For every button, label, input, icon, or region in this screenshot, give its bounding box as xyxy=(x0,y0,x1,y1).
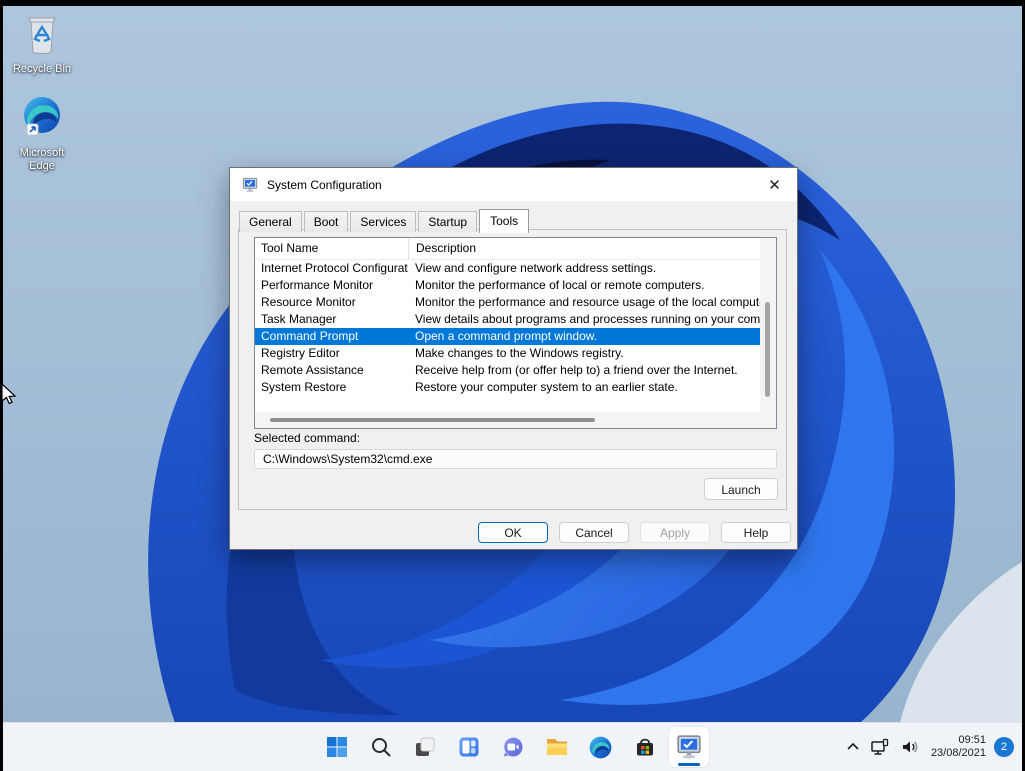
volume-tray-button[interactable] xyxy=(895,727,925,767)
store-icon xyxy=(633,735,657,759)
tab-startup[interactable]: Startup xyxy=(418,211,477,232)
tray-overflow-button[interactable] xyxy=(841,727,865,767)
horizontal-scrollbar-thumb[interactable] xyxy=(270,418,595,422)
recycle-bin-icon xyxy=(8,10,76,61)
clock-date: 23/08/2021 xyxy=(931,747,986,760)
chevron-up-icon xyxy=(846,740,860,754)
mouse-cursor xyxy=(0,383,18,407)
tool-name-cell: System Restore xyxy=(255,379,408,396)
horizontal-scrollbar[interactable] xyxy=(255,412,760,428)
tab-strip: General Boot Services Startup Tools xyxy=(239,208,531,232)
taskbar: 09:51 23/08/2021 2 xyxy=(3,722,1022,771)
search-icon xyxy=(370,736,392,758)
tool-desc-cell: Monitor the performance of local or remo… xyxy=(408,277,760,294)
selected-command-field[interactable] xyxy=(254,449,777,469)
tools-list-body: Tool Name Description Internet Protocol … xyxy=(255,238,760,412)
close-button[interactable]: ✕ xyxy=(752,168,797,201)
tools-list: Tool Name Description Internet Protocol … xyxy=(254,237,777,429)
tool-name-cell: Internet Protocol Configurat... xyxy=(255,260,408,277)
start-button[interactable] xyxy=(317,727,357,767)
list-row[interactable]: Remote Assistance Receive help from (or … xyxy=(255,362,760,379)
system-configuration-app-icon xyxy=(242,177,258,193)
ok-button[interactable]: OK xyxy=(478,522,548,543)
column-header-tool-name[interactable]: Tool Name xyxy=(255,238,408,259)
desktop-icon-list: Recycle Bin Microsoft Edge xyxy=(8,10,76,191)
edge-icon xyxy=(588,735,613,760)
screen-border-top xyxy=(0,0,1025,6)
list-row-selected[interactable]: Command Prompt Open a command prompt win… xyxy=(255,328,760,345)
apply-button[interactable]: Apply xyxy=(640,522,710,543)
tab-tools[interactable]: Tools xyxy=(479,209,529,233)
tab-boot[interactable]: Boot xyxy=(304,211,349,232)
tool-desc-cell: View and configure network address setti… xyxy=(408,260,760,277)
chat-icon xyxy=(501,735,525,759)
desktop-icon-label: Microsoft Edge xyxy=(8,147,76,173)
list-row[interactable]: Registry Editor Make changes to the Wind… xyxy=(255,345,760,362)
scrollbar-corner xyxy=(760,412,776,428)
taskbar-center-icons xyxy=(315,723,711,771)
widgets-icon xyxy=(457,735,481,759)
speaker-icon xyxy=(900,737,920,757)
column-header-description[interactable]: Description xyxy=(408,238,760,259)
list-row[interactable]: Task Manager View details about programs… xyxy=(255,311,760,328)
list-row[interactable]: Internet Protocol Configurat... View and… xyxy=(255,260,760,277)
tool-name-cell: Performance Monitor xyxy=(255,277,408,294)
desktop-icon-recycle-bin[interactable]: Recycle Bin xyxy=(8,10,76,76)
notification-badge[interactable]: 2 xyxy=(994,737,1014,757)
help-button[interactable]: Help xyxy=(721,522,791,543)
list-row[interactable]: Resource Monitor Monitor the performance… xyxy=(255,294,760,311)
launch-button[interactable]: Launch xyxy=(704,478,778,500)
edge-icon xyxy=(8,94,76,145)
tool-desc-cell: Open a command prompt window. xyxy=(408,328,760,345)
task-view-button[interactable] xyxy=(405,727,445,767)
desktop-icon-label: Recycle Bin xyxy=(8,63,76,76)
search-button[interactable] xyxy=(361,727,401,767)
vertical-scrollbar-thumb[interactable] xyxy=(765,302,770,397)
tool-name-cell: Task Manager xyxy=(255,311,408,328)
active-app-indicator xyxy=(678,763,700,766)
chat-button[interactable] xyxy=(493,727,533,767)
list-row[interactable]: Performance Monitor Monitor the performa… xyxy=(255,277,760,294)
system-configuration-dialog: System Configuration ✕ General Boot Serv… xyxy=(229,167,798,550)
tab-general[interactable]: General xyxy=(239,211,302,232)
tool-name-cell: Command Prompt xyxy=(255,328,408,345)
tool-desc-cell: View details about programs and processe… xyxy=(408,311,760,328)
dialog-title: System Configuration xyxy=(267,178,382,192)
dialog-title-bar[interactable]: System Configuration ✕ xyxy=(230,168,797,201)
task-view-icon xyxy=(413,735,437,759)
system-configuration-taskbar-button[interactable] xyxy=(669,727,709,767)
tool-name-cell: Registry Editor xyxy=(255,345,408,362)
file-explorer-button[interactable] xyxy=(537,727,577,767)
tool-desc-cell: Restore your computer system to an earli… xyxy=(408,379,760,396)
file-explorer-icon xyxy=(544,734,570,760)
cancel-button[interactable]: Cancel xyxy=(559,522,629,543)
tool-name-cell: Remote Assistance xyxy=(255,362,408,379)
list-header[interactable]: Tool Name Description xyxy=(255,238,760,260)
system-tray: 09:51 23/08/2021 2 xyxy=(841,723,1014,771)
vertical-scrollbar[interactable] xyxy=(760,238,776,412)
tool-desc-cell: Receive help from (or offer help to) a f… xyxy=(408,362,760,379)
tool-name-cell: Resource Monitor xyxy=(255,294,408,311)
tool-desc-cell: Monitor the performance and resource usa… xyxy=(408,294,760,311)
edge-taskbar-button[interactable] xyxy=(581,727,621,767)
network-tray-button[interactable] xyxy=(865,727,895,767)
store-button[interactable] xyxy=(625,727,665,767)
taskbar-clock[interactable]: 09:51 23/08/2021 xyxy=(925,734,992,760)
widgets-button[interactable] xyxy=(449,727,489,767)
tool-desc-cell: Make changes to the Windows registry. xyxy=(408,345,760,362)
clock-time: 09:51 xyxy=(931,734,986,747)
list-row[interactable]: System Restore Restore your computer sys… xyxy=(255,379,760,396)
system-configuration-icon xyxy=(676,734,702,760)
selected-command-label: Selected command: xyxy=(254,431,360,445)
tab-services[interactable]: Services xyxy=(350,211,416,232)
start-icon xyxy=(325,735,349,759)
desktop-icon-microsoft-edge[interactable]: Microsoft Edge xyxy=(8,94,76,173)
network-icon xyxy=(870,737,890,757)
